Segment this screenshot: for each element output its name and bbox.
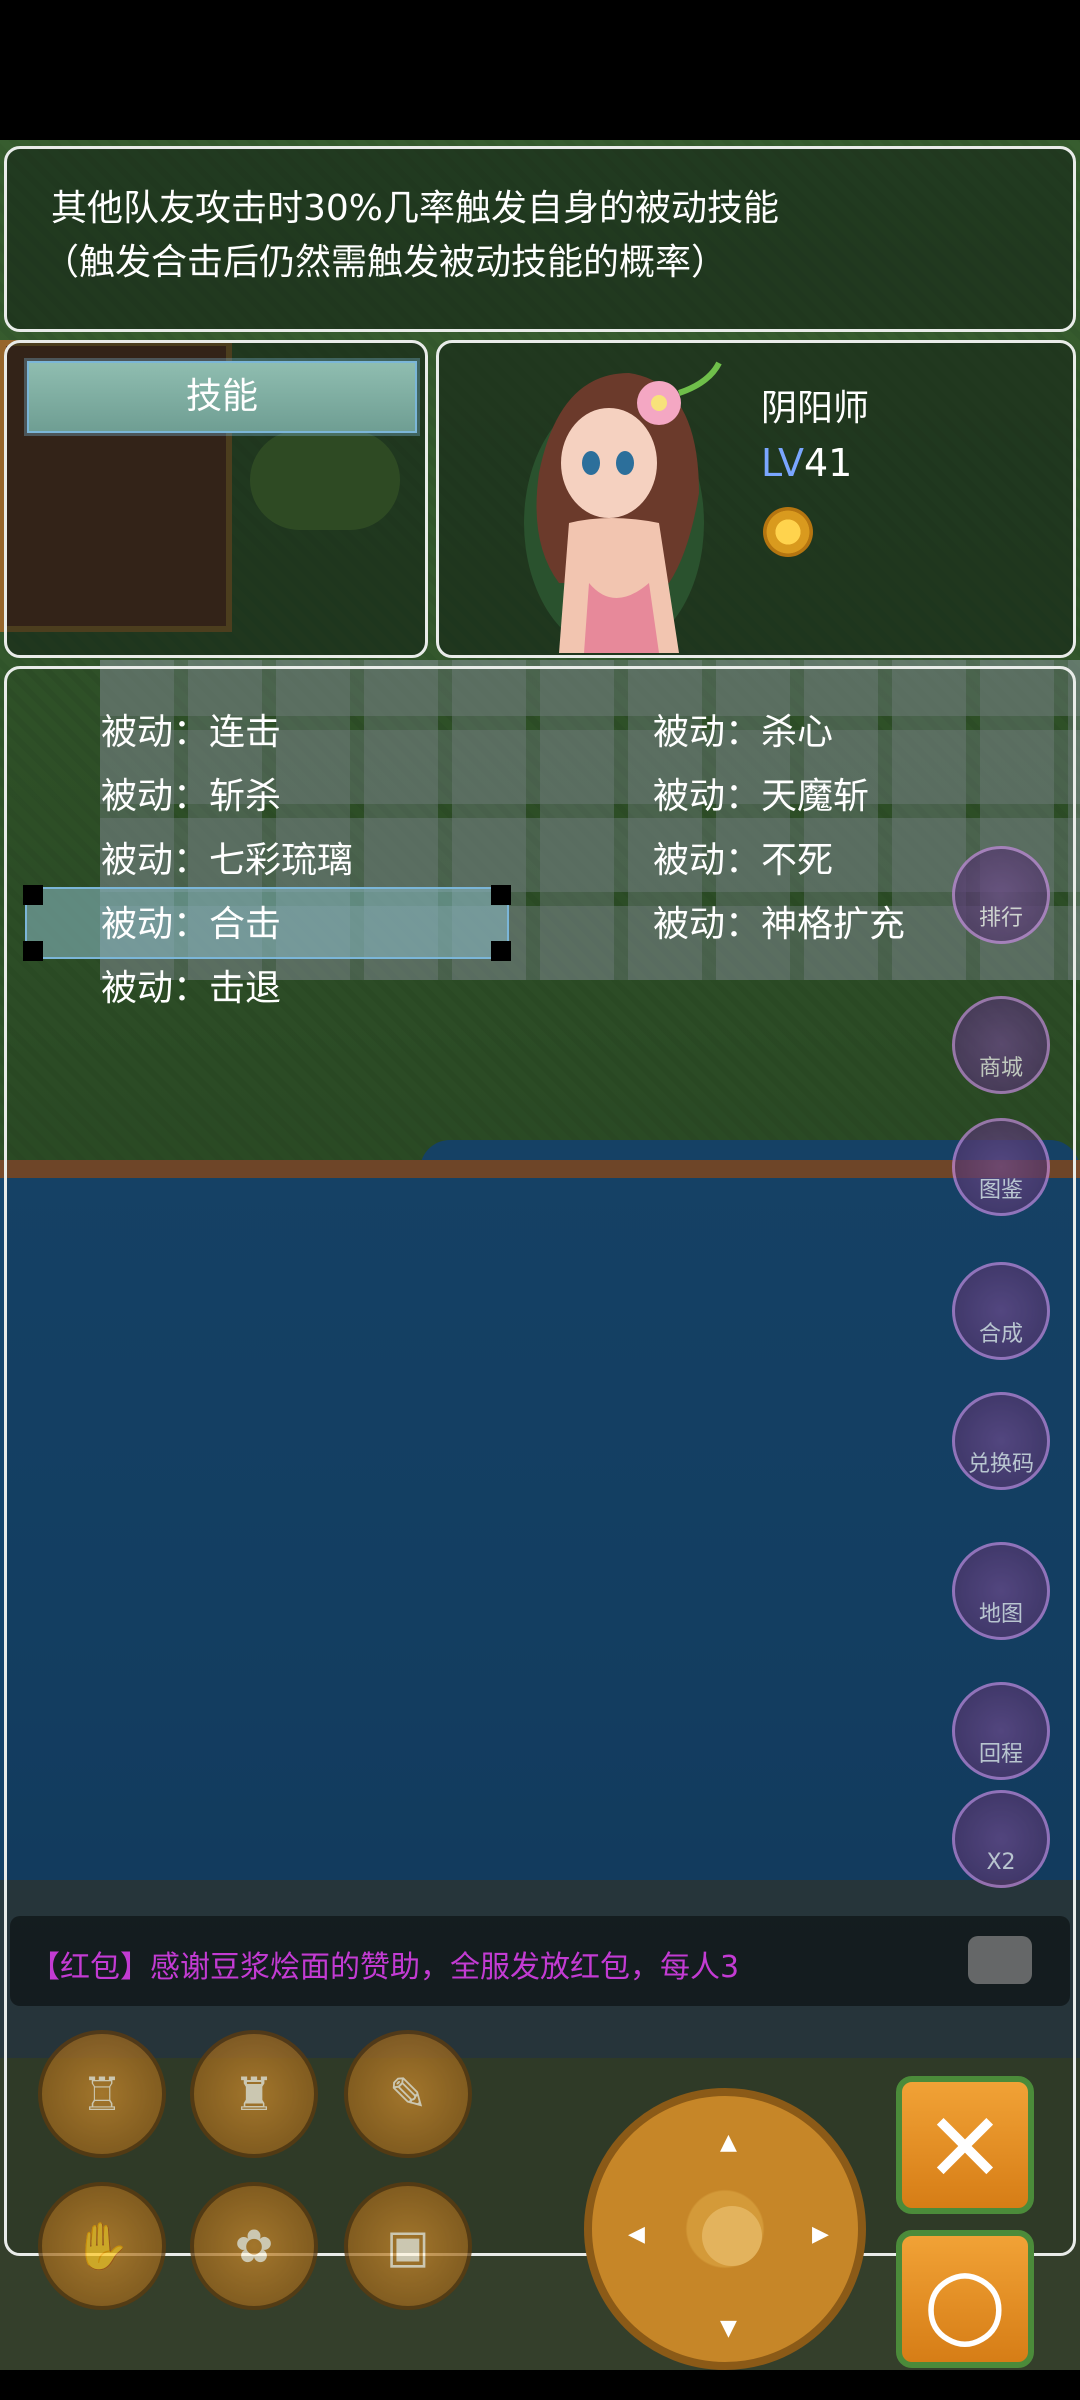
dpad-left-icon[interactable]: ◀: [628, 2222, 645, 2247]
level-value: 41: [804, 441, 853, 485]
chat-message: 【红包】感谢豆浆烩面的赞助，全服发放红包，每人3: [30, 1950, 740, 1985]
skill-item-killing-intent[interactable]: 被动：杀心: [653, 703, 833, 755]
confirm-button[interactable]: ○: [896, 2230, 1034, 2368]
character-class: 阴阳师: [761, 388, 870, 429]
skill-list-panel: 被动：连击 被动：斩杀 被动：七彩琉璃 被动：合击 被动：击退 被动：杀心 被动…: [4, 666, 1076, 2256]
dpad-down-icon[interactable]: ▼: [720, 2316, 737, 2341]
skill-item-joint-attack[interactable]: 被动：合击: [101, 895, 281, 947]
character-panel: 阴阳师 LV41: [436, 340, 1076, 658]
selection-corner: [491, 885, 511, 905]
dpad-control[interactable]: ▲ ▼ ◀ ▶: [584, 2088, 866, 2370]
description-line-1: 其他队友攻击时30%几率触发自身的被动技能: [51, 188, 780, 229]
dpad-center[interactable]: [702, 2206, 762, 2266]
gift-button[interactable]: ▣: [344, 2182, 472, 2310]
side-speed-x2-button[interactable]: X2: [952, 1790, 1050, 1888]
side-return-button[interactable]: 回程: [952, 1682, 1050, 1780]
chat-bar: 【红包】感谢豆浆烩面的赞助，全服发放红包，每人3: [10, 1916, 1070, 2006]
skill-description-panel: 其他队友攻击时30%几率触发自身的被动技能 （触发合击后仍然需触发被动技能的概率…: [4, 146, 1076, 332]
level-label: LV: [761, 441, 804, 485]
dpad-up-icon[interactable]: ▲: [720, 2130, 737, 2155]
side-codex-button[interactable]: 图鉴: [952, 1118, 1050, 1216]
dpad-right-icon[interactable]: ▶: [812, 2222, 829, 2247]
skill-item-undying[interactable]: 被动：不死: [653, 831, 833, 883]
skill-tab-panel: 技能: [4, 340, 428, 658]
selection-corner: [491, 941, 511, 961]
selection-corner: [23, 941, 43, 961]
side-redeem-code-button[interactable]: 兑换码: [952, 1392, 1050, 1490]
skill-item-demon-slash[interactable]: 被动：天魔斩: [653, 767, 869, 819]
armor-button[interactable]: ♖: [38, 2030, 166, 2158]
scroll-icon: ✎: [388, 2067, 428, 2121]
side-synthesis-button[interactable]: 合成: [952, 1262, 1050, 1360]
skill-item-rainbow-glass[interactable]: 被动：七彩琉璃: [101, 831, 353, 883]
skill-item-knockback[interactable]: 被动：击退: [101, 959, 281, 1011]
hand-button[interactable]: ✋: [38, 2182, 166, 2310]
paw-icon: ✿: [234, 2219, 274, 2273]
character-level: LV41: [761, 441, 852, 485]
gear-badge-icon: [763, 507, 813, 557]
close-icon: ✕: [924, 2092, 1006, 2204]
hand-icon: ✋: [73, 2219, 131, 2273]
description-line-2: （触发合击后仍然需触发被动技能的概率）: [43, 242, 728, 283]
skill-item-combo[interactable]: 被动：连击: [101, 703, 281, 755]
confirm-icon: ○: [923, 2246, 1007, 2358]
side-map-button[interactable]: 地图: [952, 1542, 1050, 1640]
pet-button[interactable]: ✿: [190, 2182, 318, 2310]
helmet-icon: ♜: [233, 2067, 275, 2121]
armor-icon: ♖: [81, 2067, 123, 2121]
character-portrait: [524, 361, 722, 653]
side-ranking-button[interactable]: 排行: [952, 846, 1050, 944]
scroll-button[interactable]: ✎: [344, 2030, 472, 2158]
skill-tab-button[interactable]: 技能: [27, 361, 417, 433]
skill-item-execute[interactable]: 被动：斩杀: [101, 767, 281, 819]
selection-corner: [23, 885, 43, 905]
skill-item-divinity-expansion[interactable]: 被动：神格扩充: [653, 895, 905, 947]
gift-icon: ▣: [386, 2219, 430, 2273]
side-shop-button[interactable]: 商城: [952, 996, 1050, 1094]
helmet-button[interactable]: ♜: [190, 2030, 318, 2158]
chat-bubble-icon[interactable]: [968, 1936, 1032, 1984]
close-button[interactable]: ✕: [896, 2076, 1034, 2214]
